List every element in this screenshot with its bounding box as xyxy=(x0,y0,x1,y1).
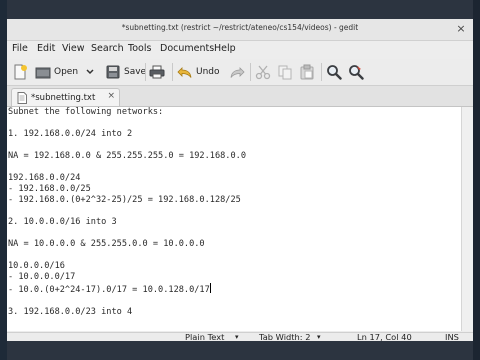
print-button[interactable] xyxy=(149,61,165,83)
window-title: *subnetting.txt (restrict ~/restrict/ate… xyxy=(121,23,359,32)
menu-help[interactable]: Help xyxy=(214,43,236,54)
save-button[interactable]: Save xyxy=(105,61,146,83)
menu-edit[interactable]: Edit xyxy=(37,43,55,54)
tab-subnetting[interactable]: *subnetting.txt × xyxy=(11,88,120,106)
editor-line[interactable]: Subnet the following networks: xyxy=(8,107,163,117)
open-button[interactable]: Open xyxy=(35,61,95,83)
copy-button[interactable] xyxy=(277,61,293,83)
window-close-button[interactable]: × xyxy=(455,23,467,35)
editor-line[interactable]: - 10.0.0.0/17 xyxy=(8,272,75,282)
menu-bar: File Edit View Search Tools Documents He… xyxy=(7,41,473,58)
folder-open-icon xyxy=(35,67,51,79)
copy-icon xyxy=(278,65,292,80)
chevron-down-icon[interactable] xyxy=(85,67,95,77)
editor-line[interactable]: NA = 10.0.0.0 & 255.255.0.0 = 10.0.0.0 xyxy=(8,239,205,249)
editor-content[interactable]: Subnet the following networks: 1. 192.16… xyxy=(7,107,461,318)
undo-button[interactable]: Undo xyxy=(177,61,220,83)
title-bar[interactable]: *subnetting.txt (restrict ~/restrict/ate… xyxy=(7,19,473,41)
save-disk-icon xyxy=(106,65,120,79)
cursor-position: Ln 17, Col 40 xyxy=(357,332,412,341)
editor-line[interactable]: - 10.0.(0+2^24-17).0/17 = 10.0.128.0/17 xyxy=(8,285,210,295)
paste-icon xyxy=(300,64,314,80)
text-caret xyxy=(209,283,211,293)
toolbar-separator xyxy=(321,63,322,81)
text-document-icon xyxy=(17,91,27,104)
editor-line[interactable]: 3. 192.168.0.0/23 into 4 xyxy=(8,307,132,317)
editor-line[interactable]: 192.168.0.0/24 xyxy=(8,173,80,183)
find-replace-icon xyxy=(349,65,364,80)
undo-label: Undo xyxy=(196,67,220,77)
printer-icon xyxy=(149,65,165,79)
redo-button[interactable] xyxy=(229,61,245,83)
menu-search[interactable]: Search xyxy=(91,43,124,54)
menu-documents[interactable]: Documents xyxy=(160,43,214,54)
toolbar: Open Save Undo xyxy=(7,59,473,86)
gedit-window: *subnetting.txt (restrict ~/restrict/ate… xyxy=(7,19,473,341)
menu-tools[interactable]: Tools xyxy=(128,43,151,54)
paste-button[interactable] xyxy=(299,61,315,83)
letterbox-right xyxy=(473,0,480,360)
editor-line[interactable]: - 192.168.0.0/25 xyxy=(8,184,91,194)
editor-line[interactable]: NA = 192.168.0.0 & 255.255.255.0 = 192.1… xyxy=(8,151,246,161)
language-selector[interactable]: Plain Text xyxy=(185,332,224,341)
text-editor[interactable]: Subnet the following networks: 1. 192.16… xyxy=(7,107,461,331)
scissors-icon xyxy=(255,65,271,80)
document-tab-bar: *subnetting.txt × xyxy=(7,86,473,107)
status-bar: Plain Text ▾ Tab Width: 2 ▾ Ln 17, Col 4… xyxy=(7,332,473,341)
tab-width-selector[interactable]: Tab Width: 2 xyxy=(259,332,311,341)
toolbar-separator xyxy=(250,63,251,81)
find-replace-button[interactable] xyxy=(348,61,364,83)
magnifier-icon xyxy=(327,65,342,80)
insert-mode: INS xyxy=(445,332,459,341)
tab-label: *subnetting.txt xyxy=(31,92,96,103)
cut-button[interactable] xyxy=(255,61,271,83)
menu-file[interactable]: File xyxy=(12,43,28,54)
editor-line[interactable]: 10.0.0.0/16 xyxy=(8,261,65,271)
language-dropdown-icon[interactable]: ▾ xyxy=(235,333,239,341)
toolbar-separator xyxy=(172,63,173,81)
toolbar-separator xyxy=(145,63,146,81)
tab-width-dropdown-icon[interactable]: ▾ xyxy=(317,333,321,341)
editor-line[interactable]: 2. 10.0.0.0/16 into 3 xyxy=(8,217,117,227)
undo-arrow-icon xyxy=(177,67,192,78)
new-document-icon xyxy=(14,64,27,80)
letterbox-left xyxy=(0,0,7,360)
open-label: Open xyxy=(54,67,79,77)
find-button[interactable] xyxy=(326,61,342,83)
vertical-scrollbar[interactable] xyxy=(461,107,473,331)
tab-close-button[interactable]: × xyxy=(107,91,115,101)
redo-arrow-icon xyxy=(230,67,245,78)
menu-view[interactable]: View xyxy=(62,43,85,54)
editor-line[interactable]: 1. 192.168.0.0/24 into 2 xyxy=(8,129,132,139)
save-label: Save xyxy=(124,67,147,77)
editor-line[interactable]: - 192.168.0.(0+2^32-25)/25 = 192.168.0.1… xyxy=(8,195,241,205)
new-document-button[interactable] xyxy=(12,61,28,83)
